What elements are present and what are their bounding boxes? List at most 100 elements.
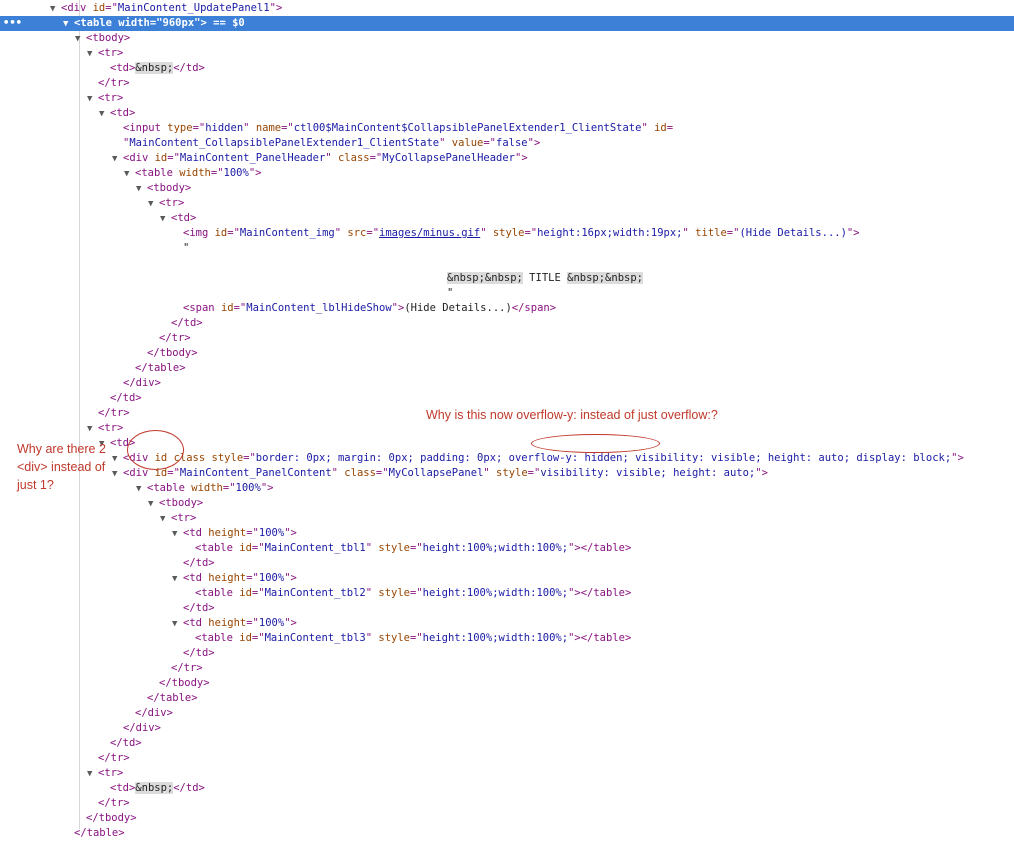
expand-triangle-icon[interactable]: ▼ (172, 572, 183, 587)
expand-triangle-icon[interactable]: ▼ (87, 422, 98, 437)
indent-guide (79, 0, 80, 829)
dom-node-line[interactable]: </td> (172, 601, 215, 616)
dom-node-line[interactable]: ▼ <tbody> (136, 181, 191, 196)
dom-node-line[interactable]: ▼ <tr> (87, 766, 123, 781)
expand-triangle-icon[interactable]: ▼ (160, 212, 171, 227)
dom-node-line[interactable]: ▼ <div id="MainContent_UpdatePanel1"> (50, 1, 282, 16)
dom-node-line[interactable]: </tbody> (75, 811, 137, 826)
dom-node-line[interactable]: ▼ <tr> (160, 511, 196, 526)
dom-node-line[interactable]: "MainContent_CollapsiblePanelExtender1_C… (112, 136, 540, 151)
dom-node-line[interactable]: </tr> (87, 751, 130, 766)
dom-node-line[interactable]: </table> (136, 691, 198, 706)
dom-node-line[interactable]: " (172, 241, 189, 256)
token-txt: TITLE (522, 272, 568, 284)
dom-node-line[interactable]: &nbsp;&nbsp; TITLE &nbsp;&nbsp; (436, 271, 643, 286)
dom-node-line[interactable]: </td> (99, 736, 142, 751)
dom-node-line[interactable]: <td>&nbsp;</td> (99, 781, 205, 796)
dom-node-line[interactable]: <td>&nbsp;</td> (99, 61, 205, 76)
expand-triangle-icon[interactable]: ▼ (172, 527, 183, 542)
token-tag: "> (846, 227, 860, 239)
dom-node-line[interactable]: </div> (112, 721, 161, 736)
token-tag: </td> (110, 392, 142, 404)
expand-triangle-icon[interactable]: ▼ (172, 617, 183, 632)
expand-triangle-icon[interactable]: ▼ (75, 32, 86, 47)
more-actions-icon[interactable]: ••• (3, 16, 22, 31)
expand-triangle-icon[interactable]: ▼ (87, 92, 98, 107)
dom-node-line[interactable]: ▼ <td> (160, 211, 196, 226)
token-tag: =" (192, 122, 206, 134)
token-tag: " (243, 122, 256, 134)
dom-node-line[interactable]: ▼ <div id class style="border: 0px; margi… (112, 451, 964, 466)
dom-node-line[interactable]: ▼ <tr> (87, 46, 123, 61)
token-tag: </td> (183, 557, 215, 569)
dom-node-line[interactable]: </tr> (87, 76, 130, 91)
dom-node-line[interactable]: </div> (112, 376, 161, 391)
dom-node-line[interactable]: </td> (99, 391, 142, 406)
dom-node-line[interactable]: ▼ <td height="100%"> (172, 616, 297, 631)
dom-node-line[interactable]: </tr> (87, 406, 130, 421)
dom-node-line[interactable]: <table id="MainContent_tbl2" style="heig… (184, 586, 631, 601)
token-tag: </td> (173, 782, 205, 794)
dom-node-line[interactable]: </tr> (160, 661, 203, 676)
token-tag: <table (195, 542, 240, 554)
dom-node-line[interactable]: </td> (172, 646, 215, 661)
dom-node-line[interactable]: ▼ <tr> (87, 91, 123, 106)
dom-node-line[interactable]: ▼ <tbody> (75, 31, 130, 46)
expand-triangle-icon[interactable]: ▼ (99, 107, 110, 122)
expand-triangle-icon[interactable]: ▼ (112, 452, 123, 467)
dom-node-line[interactable]: ▼ <table width="100%"> (136, 481, 273, 496)
expand-triangle-icon[interactable]: ▼ (63, 17, 74, 32)
token-av: MyCollapsePanelHeader (382, 152, 516, 164)
side-annotation-line: <div> instead of (17, 460, 106, 474)
dom-node-line[interactable]: <input type="hidden" name="ctl00$MainCon… (112, 121, 673, 136)
dom-node-line[interactable]: </table> (124, 361, 186, 376)
expand-triangle-icon[interactable]: ▼ (50, 2, 61, 17)
expand-triangle-icon[interactable]: ▼ (87, 767, 98, 782)
expand-triangle-icon[interactable]: ▼ (148, 197, 159, 212)
expand-triangle-icon[interactable]: ▼ (112, 467, 123, 482)
dom-node-line[interactable]: " (436, 286, 453, 301)
dom-node-line[interactable]: ▼ <tbody> (148, 496, 203, 511)
token-tag: "> (755, 467, 768, 479)
dom-node-line[interactable]: </table> (63, 826, 125, 841)
dom-node-line[interactable]: ▼ <tr> (87, 421, 123, 436)
dom-node-selected[interactable]: ▼ <table width="960px"> == $0 (63, 16, 245, 31)
dom-node-line[interactable]: </div> (124, 706, 173, 721)
token-av: MainContent_PanelHeader (179, 152, 326, 164)
expand-triangle-icon[interactable]: ▼ (112, 152, 123, 167)
token-lnk[interactable]: images/minus.gif (379, 227, 480, 239)
token-an: class (344, 467, 376, 479)
token-an: height (208, 527, 247, 539)
dom-node-line[interactable]: </tbody> (136, 346, 198, 361)
token-av: hidden (205, 122, 244, 134)
dom-node-line[interactable]: ▼ <td height="100%"> (172, 526, 297, 541)
token-ent: &nbsp; (135, 62, 174, 74)
dom-node-line[interactable]: ▼ <td> (99, 106, 135, 121)
expand-triangle-icon[interactable]: ▼ (148, 497, 159, 512)
dom-node-line[interactable]: <img id="MainContent_img" src="images/mi… (172, 226, 860, 241)
dom-node-line[interactable]: </td> (172, 556, 215, 571)
dom-node-line[interactable]: ▼ <div id="MainContent_PanelHeader" class… (112, 151, 528, 166)
expand-triangle-icon[interactable]: ▼ (136, 182, 147, 197)
expand-triangle-icon[interactable]: ▼ (160, 512, 171, 527)
dom-node-line[interactable]: ▼ <div id="MainContent_PanelContent" clas… (112, 466, 768, 481)
token-tag: </div> (123, 722, 161, 734)
token-tag: " (325, 152, 338, 164)
dom-node-line[interactable]: ▼ <tr> (148, 196, 184, 211)
dom-node-line[interactable]: </tr> (148, 331, 191, 346)
dom-node-line[interactable]: </tr> (87, 796, 130, 811)
dom-node-line[interactable]: <table id="MainContent_tbl3" style="heig… (184, 631, 631, 646)
dom-node-line[interactable]: <span id="MainContent_lblHideShow">(Hide… (172, 301, 556, 316)
token-tag: </td> (171, 317, 203, 329)
expand-triangle-icon[interactable]: ▼ (124, 167, 135, 182)
annotation-circle-overflow (531, 434, 660, 453)
expand-triangle-icon[interactable]: ▼ (87, 47, 98, 62)
expand-triangle-icon[interactable]: ▼ (136, 482, 147, 497)
dom-node-line[interactable]: ▼ <table width="100%"> (124, 166, 261, 181)
dom-node-line[interactable]: ▼ <td height="100%"> (172, 571, 297, 586)
token-tag: " (682, 227, 696, 239)
dom-node-line[interactable]: </td> (160, 316, 203, 331)
token-an: style (496, 467, 528, 479)
dom-node-line[interactable]: <table id="MainContent_tbl1" style="heig… (184, 541, 631, 556)
dom-node-line[interactable]: </tbody> (148, 676, 210, 691)
